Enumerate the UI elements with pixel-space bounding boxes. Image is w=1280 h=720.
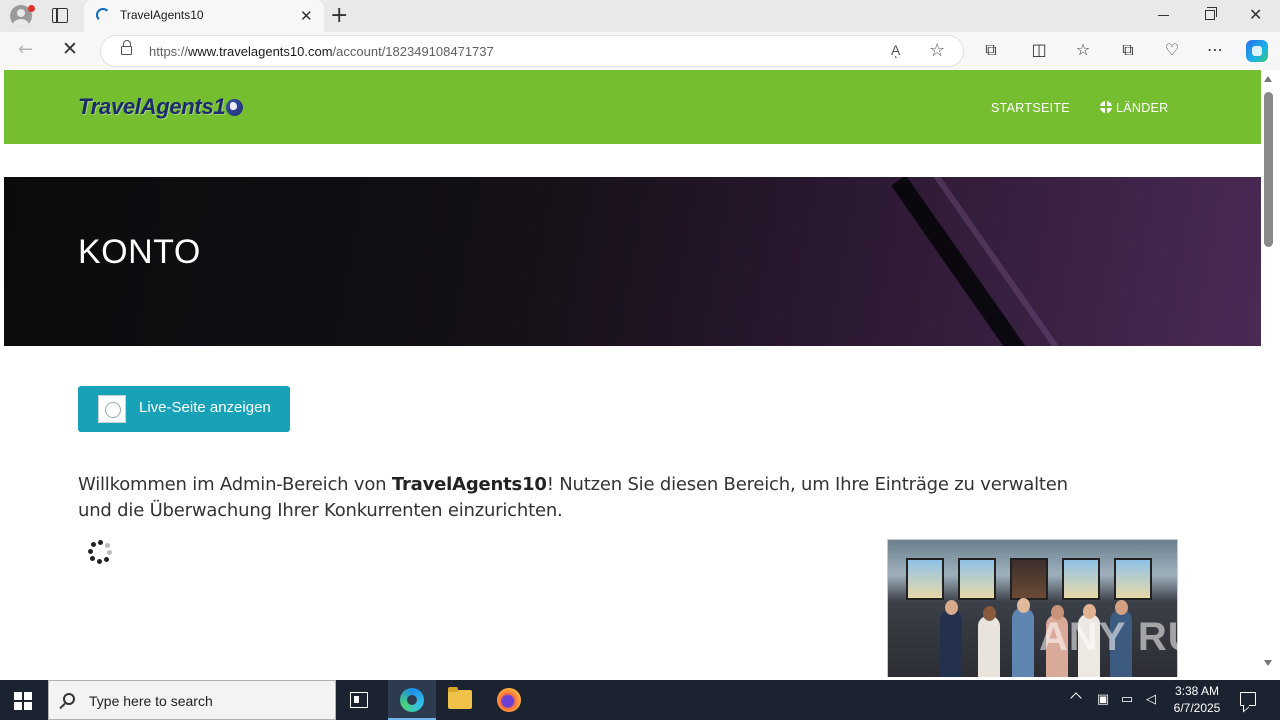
copilot-icon[interactable] (1246, 40, 1268, 62)
hero-banner: KONTO (4, 177, 1261, 346)
favorites-icon[interactable]: ☆ (1073, 40, 1093, 60)
notifications-icon[interactable] (1240, 692, 1256, 706)
minimize-icon[interactable] (1158, 15, 1169, 17)
search-icon (63, 693, 75, 705)
url-host: www.travelagents10.com (188, 44, 333, 59)
restore-icon[interactable] (1205, 7, 1217, 20)
logo-text: TravelAgents1 (78, 94, 226, 119)
task-view-icon[interactable] (350, 692, 368, 708)
new-tab-button[interactable]: + (330, 3, 348, 29)
url-text[interactable]: https://www.travelagents10.com/account/1… (149, 44, 494, 59)
taskbar-search-placeholder: Type here to search (89, 693, 213, 709)
split-screen-icon[interactable]: ◫ (1029, 40, 1049, 60)
windows-start-icon[interactable] (14, 692, 32, 710)
loading-spinner-icon (96, 8, 110, 22)
url-path: /account/182349108471737 (332, 44, 494, 59)
site-thumbnail-icon (98, 395, 126, 423)
globe-icon (1100, 101, 1112, 113)
tab-actions-icon[interactable] (52, 8, 68, 23)
nav-link-home[interactable]: STARTSEITE (991, 101, 1070, 115)
collections-icon[interactable]: ⧉ (1118, 40, 1138, 60)
settings-more-icon[interactable]: ⋯ (1205, 40, 1225, 60)
browser-toolbar: ← ✕ https://www.travelagents10.com/accou… (0, 32, 1280, 70)
window-close-icon[interactable]: ✕ (1249, 4, 1262, 26)
hero-decor-beam (891, 177, 1055, 346)
logo-globe-icon (226, 99, 244, 116)
scroll-up-arrow-icon[interactable] (1264, 76, 1272, 82)
browser-tab[interactable]: TravelAgents10 ✕ (84, 0, 324, 32)
address-bar[interactable]: https://www.travelagents10.com/account/1… (100, 35, 964, 67)
page-title: KONTO (78, 233, 201, 271)
scroll-down-arrow-icon[interactable] (1264, 660, 1272, 666)
device-tray-icon[interactable]: ▣ (1095, 692, 1111, 708)
welcome-intro: Willkommen im Admin-Bereich von (78, 474, 392, 495)
clock-time[interactable]: 3:38 AM (1172, 684, 1222, 698)
tab-close-icon[interactable]: ✕ (300, 6, 313, 26)
nav-countries-label: LÄNDER (1116, 101, 1169, 115)
site-logo[interactable]: TravelAgents1 (78, 94, 244, 120)
taskbar-search-box[interactable]: Type here to search (48, 680, 336, 720)
browser-titlebar: TravelAgents10 ✕ + ✕ (0, 0, 1280, 32)
back-arrow-icon[interactable]: ← (18, 39, 33, 60)
content-loading-spinner-icon (88, 540, 112, 564)
view-live-page-label: Live-Seite anzeigen (139, 399, 271, 416)
profile-notification-dot (28, 5, 35, 12)
tab-title: TravelAgents10 (120, 8, 204, 22)
show-hidden-icons-caret-icon[interactable] (1070, 692, 1082, 704)
add-favorite-star-icon[interactable]: ☆ (929, 40, 945, 61)
performance-icon[interactable]: ♡ (1162, 40, 1182, 60)
stop-loading-icon[interactable]: ✕ (62, 38, 78, 60)
watermark-logo: ANY RUN (1039, 615, 1228, 659)
lock-icon[interactable] (121, 40, 132, 55)
clock-date[interactable]: 6/7/2025 (1166, 701, 1228, 715)
nav-link-countries[interactable]: LÄNDER (1100, 101, 1169, 115)
page-scrollbar[interactable] (1261, 70, 1276, 677)
read-aloud-icon[interactable]: Aͅ (891, 42, 900, 58)
windows-taskbar: Type here to search ▣ ▭ ◁ 3:38 AM 6/7/20… (0, 680, 1280, 720)
network-icon[interactable]: ▭ (1119, 692, 1135, 708)
site-header: TravelAgents1 STARTSEITE LÄNDER (4, 70, 1261, 144)
scroll-thumb[interactable] (1264, 92, 1273, 247)
firefox-icon[interactable] (497, 688, 521, 712)
welcome-brand: TravelAgents10 (391, 474, 547, 495)
view-live-page-button[interactable]: Live-Seite anzeigen (78, 386, 290, 432)
extensions-icon[interactable]: ⧉ (981, 40, 1001, 60)
file-explorer-icon[interactable] (448, 687, 472, 709)
url-prefix: https:// (149, 44, 189, 59)
page-viewport: TravelAgents1 STARTSEITE LÄNDER KONTO Li… (4, 70, 1261, 677)
volume-icon[interactable]: ◁ (1143, 692, 1159, 708)
taskbar-edge-button[interactable] (388, 680, 436, 720)
welcome-text: Willkommen im Admin-Bereich von TravelAg… (78, 472, 1098, 524)
edge-icon (400, 688, 424, 712)
